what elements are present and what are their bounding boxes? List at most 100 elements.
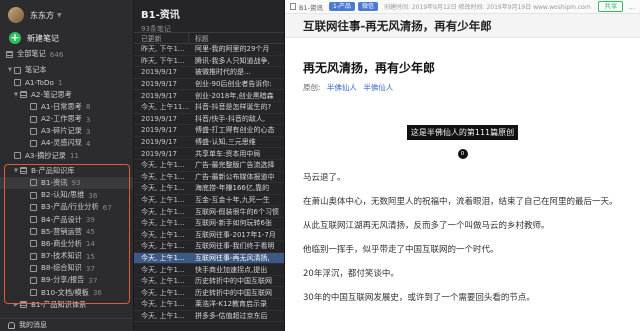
sidebar-item-b3-analysis[interactable]: B3-产品/行业分析 67 [0,201,133,213]
note-date: 2019/9/17 [141,138,177,147]
sidebar-item-count: 67 [102,202,112,212]
note-list-item[interactable]: 2019/9/17 共享单车:资本用中局 [134,148,284,160]
sidebar-item-b10-templates[interactable]: B10-文档/模板 36 [0,287,133,299]
note-list-item[interactable]: 2019/9/17 被微推时代的是... [134,67,284,79]
sidebar-item-label: B6-商业分析 [41,238,82,248]
note-list-item[interactable]: 今天, 上午1... 快手商业加速拐点,提出 [134,264,284,276]
sidebar-item-b1-news[interactable]: B1-资讯 93 [0,176,133,190]
user-menu[interactable]: 东东方 ▼ [0,0,133,30]
note-list-item[interactable]: 今天, 上午1... 拼多多-估值超过京东后 [134,311,284,323]
original-label: 这是半佛仙人的第111篇原创 [406,125,519,140]
sidebar-item-b9-reports[interactable]: B9-分享/报告 37 [0,274,133,286]
sidebar-item-a3-excerpts[interactable]: A3-摘抄记录 11 [0,150,133,162]
sidebar-item-label: A4-灵感闪现 [41,138,82,148]
note-title[interactable]: 互联网往事-再无风清扬，再有少年郎 [303,18,492,34]
sidebar-item-b6-business[interactable]: B6-商业分析 14 [0,238,133,250]
sidebar-item-a4-inspiration[interactable]: A4-灵感闪现 4 [0,137,133,149]
sidebar-item-b7-tech[interactable]: B7-技术知识 15 [0,250,133,262]
note-date: 昨天, 下午1... [141,56,185,65]
sidebar-item-count: 3 [85,114,91,124]
note-date: 今天, 上午1... [141,207,185,216]
note-list-item[interactable]: 今天, 上午1... 互联网往事-我们终于看明 [134,241,284,253]
sidebar-item-label: A2-笔记思考 [31,89,72,99]
note-date: 今天, 上午1... [141,196,185,205]
note-date: 今天, 上午1... [141,184,185,193]
sidebar-item-a2-notes-thinking[interactable]: ▼ A2-笔记思考 [0,89,133,101]
note-list-item[interactable]: 今天, 上午1... 互联网-新手如何玩转6张 [134,218,284,230]
sidebar-item-b8-general[interactable]: B8-综合知识 37 [0,262,133,274]
note-list-item[interactable]: 今天, 上午1... 广告-最完整版广告流选择 [134,160,284,172]
notebook-icon [30,179,37,187]
note-list-item[interactable]: 2019/9/17 傅盛-打工得有创业的心态 [134,125,284,137]
sidebar-item-count: 14 [85,239,96,249]
sidebar-item-a1-todo[interactable]: A1-ToDo 1 [0,76,133,88]
note-list-columns: 已更新 标题 [134,32,284,44]
notebook-icon [30,276,37,284]
column-header-updated[interactable]: 已更新 [134,33,189,43]
sidebar-item-count: 646 [49,49,64,59]
note-list-item[interactable]: 今天, 上午11... 抖音-抖音是怎样诞生的? [134,102,284,114]
note-list-title: B1-资讯 [141,10,180,21]
author-link[interactable]: 半佛仙人 [327,83,357,92]
tag-chip[interactable]: 微信 [357,2,378,11]
note-title: 快手商业加速拐点,提出 [195,265,268,274]
note-list-item[interactable]: 今天, 上午1... 互联网往事-再无风清扬, [134,252,284,265]
note-list-item[interactable]: 2019/9/17 创业-2018年,创业黑暗森 [134,90,284,102]
note-list-item[interactable]: 今天, 上午1... 互金-互金十年,九死一生 [134,195,284,207]
note-date: 今天, 上午1... [141,172,185,181]
sidebar-item-b5-marketing[interactable]: B5-营销运营 45 [0,226,133,238]
note-list-item[interactable]: 今天, 上午1... 广告-最新公布媒体报道中 [134,172,284,184]
avatar[interactable] [8,7,24,23]
sidebar-item-b4-design[interactable]: B4-产品设计 39 [0,213,133,225]
note-list-item[interactable]: 今天, 上午1... 历史转折中的中国互联网 [134,287,284,300]
triangle-down-icon[interactable]: ▼ [6,67,14,73]
note-list-item[interactable]: 2019/9/17 傅盛-认知,三元思维 [134,137,284,149]
author-link[interactable]: 半佛仙人 [363,83,393,92]
note-list-item[interactable]: 2019/9/17 抖音/快手-抖音的敌人, [134,114,284,126]
paragraph: 30年的中国互联网发展史，或许到了一个需要回头看的节点。 [303,293,535,303]
note-list-item[interactable]: 2019/9/17 创业-90后创业者告诉你: [134,79,284,91]
note-title: 被微推时代的是... [195,68,251,77]
sidebar-item-b-knowledge-base[interactable]: ▼ B-产品知识库 [0,165,133,177]
note-title: 拼多多-估值超过京东后 [195,311,268,320]
tag-chip[interactable]: 1-产品 [328,2,355,11]
sidebar-item-b1-product-system[interactable]: ▶ B1-产品知识体系 [0,299,133,311]
plus-icon: + [9,31,21,44]
note-notebook-selector[interactable]: B1-资讯 [299,2,323,12]
messages-button[interactable]: 我的消息 [0,318,133,331]
note-title-bar[interactable]: 互联网往事-再无风清扬，再有少年郎 [285,14,640,38]
note-list-item[interactable]: 昨天, 下午1... 阿里-我的阿里的29个月 [134,44,284,56]
sidebar-item-label: B7-技术知识 [41,251,82,261]
sidebar-item-b2-cognition[interactable]: B2-认知/思维 36 [0,189,133,201]
more-icon[interactable]: ... [628,3,635,11]
column-header-title[interactable]: 标题 [189,33,209,43]
note-list-item[interactable]: 今天, 上午1... 莱浩洋-K12教育启示录 [134,299,284,311]
note-view: B1-资讯 1-产品 微信 创建时间: 2019年9月12日 修改时间: 201… [285,0,640,331]
sidebar-item-a2-work[interactable]: A2-工作思考 3 [0,113,133,125]
sidebar-item-count: 37 [85,263,96,273]
new-note-button[interactable]: + 新建笔记 [0,30,133,46]
author-label: 原创: [303,83,321,92]
triangle-right-icon[interactable]: ▶ [12,302,20,308]
note-list-item[interactable]: 昨天, 下午1... 腾讯-我多人只知道战争, [134,56,284,68]
sidebar-item-a1-daily[interactable]: A1-日常思考 8 [0,101,133,113]
note-title: 互联网-新手如何玩转6张 [195,219,272,228]
sidebar-item-all-notes[interactable]: 全部笔记 646 [0,48,133,60]
note-list-item[interactable]: 今天, 上午1... 互联网往事-2017年1-7月 [134,230,284,242]
note-list-item[interactable]: 今天, 上午1... 历史转折中的中国互联网 [134,276,284,288]
triangle-down-icon[interactable]: ▼ [12,92,20,98]
note-title: 傅盛-认知,三元思维 [195,138,256,147]
triangle-down-icon[interactable]: ▼ [12,168,20,174]
note-body[interactable]: 再无风清扬，再有少年郎 原创: 半佛仙人 半佛仙人 这是半佛仙人的第111篇原创… [285,59,640,306]
sidebar-item-a3-fragments[interactable]: A3-碎片记录 3 [0,125,133,137]
note-date: 2019/9/17 [141,68,177,77]
note-list-item[interactable]: 今天, 上午1... 海底捞-年赚166亿,靠的 [134,183,284,195]
note-list-item[interactable]: 今天, 上午1... 互联网-假装很牛的6个习惯 [134,206,284,218]
note-date: 昨天, 下午1... [141,45,185,54]
paragraph: 马云退了。 [303,173,346,183]
note-date: 今天, 上午1... [141,277,185,286]
sidebar-item-notebooks[interactable]: ▼ 笔记本 [0,64,133,76]
user-name: 东东方 [30,10,54,20]
note-date: 今天, 上午11... [141,103,189,112]
share-button[interactable]: 共享 [598,1,624,12]
